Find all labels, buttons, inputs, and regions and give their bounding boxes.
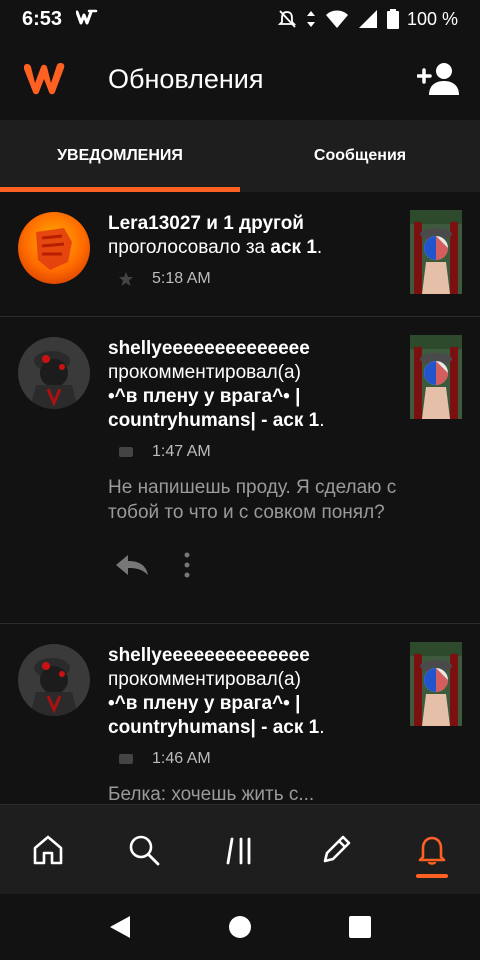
recents-button[interactable] xyxy=(340,907,380,947)
nav-home[interactable] xyxy=(18,820,78,880)
comment-icon xyxy=(118,751,134,767)
reply-icon[interactable] xyxy=(114,553,150,577)
comment-icon xyxy=(118,444,134,460)
write-icon xyxy=(323,835,351,862)
notification-item[interactable]: Lera13027 и 1 другой проголосовало за ас… xyxy=(0,192,480,317)
mute-icon xyxy=(277,9,297,29)
avatar[interactable] xyxy=(18,337,90,409)
nav-notifications[interactable] xyxy=(402,820,462,880)
more-options-icon[interactable] xyxy=(184,552,190,578)
wattpad-notification-icon xyxy=(75,9,98,30)
notification-action: проголосовало за xyxy=(108,237,266,258)
back-button[interactable] xyxy=(100,907,140,947)
comment-text: Белка: хочешь жить с... xyxy=(108,784,315,804)
updates-tabs: УВЕДОМЛЕНИЯ Сообщения xyxy=(0,120,480,192)
notification-action: прокомментировал(а) xyxy=(108,669,301,690)
search-icon xyxy=(129,835,160,865)
home-button[interactable] xyxy=(220,907,260,947)
wifi-icon xyxy=(325,9,349,29)
notification-time: 5:18 AM xyxy=(152,270,211,287)
tab-messages[interactable]: Сообщения xyxy=(240,120,480,192)
bottom-navigation xyxy=(0,804,480,894)
notification-item[interactable]: shellyeeeeeeeeeeeeee прокомментировал(а)… xyxy=(0,317,480,624)
notification-actor[interactable]: Lera13027 и 1 другой xyxy=(108,213,304,234)
notification-time: 1:47 AM xyxy=(152,443,211,460)
story-cover-thumbnail[interactable] xyxy=(410,335,462,419)
battery-icon xyxy=(386,9,399,29)
data-arrows-icon xyxy=(305,9,317,29)
nav-library[interactable] xyxy=(210,820,270,880)
notification-time: 1:46 AM xyxy=(152,750,211,767)
avatar[interactable] xyxy=(18,212,90,284)
notification-target[interactable]: •^в плену у врага^• | countryhumans| - а… xyxy=(108,386,319,431)
page-title: Обновления xyxy=(108,63,264,94)
nav-search[interactable] xyxy=(114,820,174,880)
notification-actor[interactable]: shellyeeeeeeeeeeeeee xyxy=(108,338,310,359)
story-cover-thumbnail[interactable] xyxy=(410,642,462,726)
notifications-feed[interactable]: Lera13027 и 1 другой проголосовало за ас… xyxy=(0,192,480,804)
status-bar: 6:53 100 % xyxy=(0,0,480,38)
tab-notifications[interactable]: УВЕДОМЛЕНИЯ xyxy=(0,120,240,192)
system-navigation xyxy=(0,894,480,960)
comment-text: Не напишешь проду. Я сделаю с тобой то ч… xyxy=(108,477,397,523)
back-icon xyxy=(110,916,130,938)
signal-icon xyxy=(357,9,379,29)
library-icon xyxy=(226,837,251,864)
notification-item[interactable]: shellyeeeeeeeeeeeeee прокомментировал(а)… xyxy=(0,624,480,804)
story-cover-thumbnail[interactable] xyxy=(410,210,462,294)
add-user-icon xyxy=(417,63,459,95)
home-icon xyxy=(33,835,63,864)
avatar[interactable] xyxy=(18,644,90,716)
add-user-button[interactable] xyxy=(414,55,462,103)
bell-icon xyxy=(418,836,446,865)
circle-home-icon xyxy=(229,916,251,938)
notification-target[interactable]: •^в плену у врага^• | countryhumans| - а… xyxy=(108,693,319,738)
wattpad-logo-icon[interactable] xyxy=(18,52,72,106)
notification-action: прокомментировал(а) xyxy=(108,362,301,383)
battery-percent: 100 % xyxy=(406,8,458,29)
app-header: Обновления xyxy=(0,38,480,120)
nav-write[interactable] xyxy=(306,820,366,880)
notification-actor[interactable]: shellyeeeeeeeeeeeeee xyxy=(108,645,310,666)
star-icon xyxy=(118,271,134,287)
square-recents-icon xyxy=(349,916,371,938)
notification-target[interactable]: аск 1 xyxy=(270,237,317,258)
status-time: 6:53 xyxy=(22,7,63,30)
